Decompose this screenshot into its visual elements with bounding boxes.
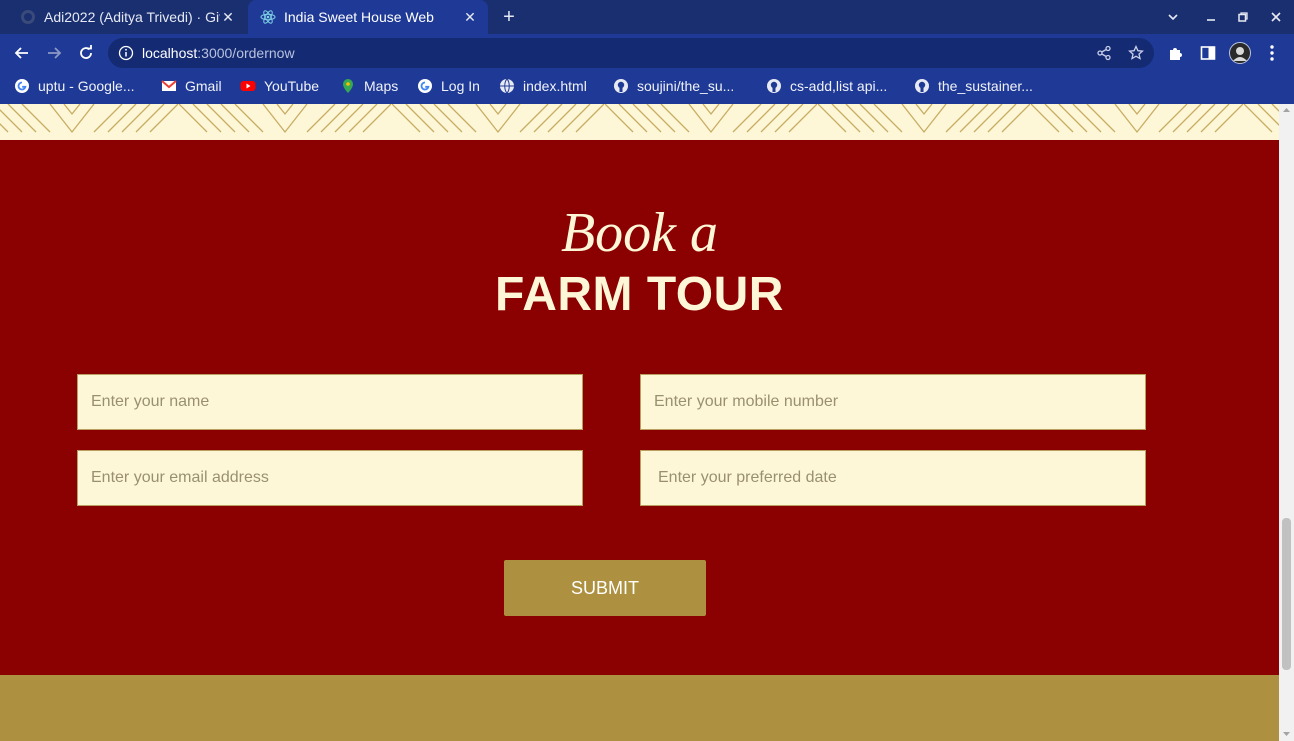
react-icon	[260, 10, 276, 24]
tab-search-chevron-icon[interactable]	[1156, 0, 1190, 34]
decorative-chevron-pattern	[0, 104, 1279, 140]
bookmark-uptu[interactable]: uptu - Google...	[14, 72, 135, 100]
tab-title: India Sweet House Web	[284, 9, 434, 25]
bookmark-log-in[interactable]: Log In	[417, 72, 480, 100]
scrollbar-thumb[interactable]	[1282, 518, 1291, 670]
bookmark-label: uptu - Google...	[38, 78, 135, 94]
bookmark-the-sustainer[interactable]: the_sustainer...	[914, 72, 1033, 100]
scroll-up-arrow-icon[interactable]	[1282, 106, 1291, 114]
restore-icon[interactable]	[1226, 0, 1260, 34]
footer-band	[0, 675, 1279, 741]
bookmark-label: YouTube	[264, 78, 320, 94]
url-path: :3000/ordernow	[197, 45, 295, 61]
reload-icon[interactable]	[74, 41, 98, 65]
google-icon	[15, 79, 29, 93]
email-field[interactable]	[77, 450, 583, 506]
bookmark-cs-add[interactable]: cs-add,list api...	[766, 72, 887, 100]
submit-button[interactable]: SUBMIT	[504, 560, 706, 616]
side-panel-icon[interactable]	[1198, 43, 1218, 63]
bookmark-star-icon[interactable]	[1128, 45, 1144, 61]
youtube-icon	[240, 81, 256, 91]
maps-icon	[343, 79, 353, 93]
close-window-icon[interactable]	[1259, 0, 1293, 34]
bookmark-youtube[interactable]: YouTube	[240, 72, 319, 100]
scroll-down-arrow-icon[interactable]	[1282, 730, 1291, 738]
bookmark-maps[interactable]: Maps	[340, 72, 398, 100]
bookmark-label: the_sustainer...	[938, 78, 1033, 94]
tab-github[interactable]: Adi2022 (Aditya Trivedi) · GitHub ✕	[8, 0, 246, 34]
bookmark-soujini[interactable]: soujini/the_su...	[613, 72, 734, 100]
heading-farm-tour: FARM TOUR	[495, 268, 784, 321]
mobile-number-field[interactable]	[640, 374, 1146, 430]
menu-kebab-icon[interactable]	[1262, 43, 1282, 63]
close-icon[interactable]: ✕	[220, 9, 236, 25]
share-icon[interactable]	[1096, 45, 1112, 61]
globe-icon	[500, 78, 514, 94]
heading-book-a: Book a	[560, 202, 719, 264]
profile-avatar[interactable]	[1229, 42, 1251, 64]
preferred-date-field[interactable]	[640, 450, 1146, 506]
bookmark-label: cs-add,list api...	[790, 78, 888, 94]
bookmark-label: index.html	[523, 78, 587, 94]
back-arrow-icon[interactable]	[10, 41, 34, 65]
forward-arrow-icon[interactable]	[42, 41, 66, 65]
github-icon	[915, 79, 929, 93]
bookmark-label: Log In	[441, 78, 480, 94]
tab-title: Adi2022 (Aditya Trivedi) · GitHub	[44, 9, 220, 25]
new-tab-plus-icon[interactable]: +	[498, 6, 520, 28]
close-icon[interactable]: ✕	[462, 9, 478, 25]
tab-strip: Adi2022 (Aditya Trivedi) · GitHub ✕ Indi…	[0, 0, 1294, 34]
url-text: localhost:3000/ordernow	[142, 38, 295, 68]
bookmark-label: soujini/the_su...	[637, 78, 735, 94]
github-icon	[767, 79, 781, 93]
name-field[interactable]	[77, 374, 583, 430]
google-icon	[418, 79, 432, 93]
gmail-icon	[161, 80, 177, 91]
site-info-icon[interactable]	[118, 45, 134, 61]
bookmark-index-html[interactable]: index.html	[499, 72, 587, 100]
page-viewport: Book a FARM TOUR SUBMIT	[0, 104, 1279, 741]
minimize-icon[interactable]	[1194, 0, 1228, 34]
url-host: localhost	[142, 45, 198, 61]
browser-toolbar: localhost:3000/ordernow	[0, 34, 1294, 72]
github-icon	[614, 79, 628, 93]
page-scrollbar[interactable]	[1279, 104, 1294, 741]
bookmark-label: Maps	[364, 78, 399, 94]
github-icon	[21, 10, 35, 24]
bookmarks-bar: uptu - Google... Gmail YouTube Maps Log …	[0, 72, 1294, 104]
bookmark-gmail[interactable]: Gmail	[161, 72, 222, 100]
bookmark-label: Gmail	[185, 78, 222, 94]
tab-india-sweet-house[interactable]: India Sweet House Web ✕	[248, 0, 488, 34]
address-bar[interactable]: localhost:3000/ordernow	[108, 38, 1154, 68]
extensions-puzzle-icon[interactable]	[1166, 43, 1186, 63]
farm-tour-section: Book a FARM TOUR SUBMIT	[0, 140, 1279, 675]
